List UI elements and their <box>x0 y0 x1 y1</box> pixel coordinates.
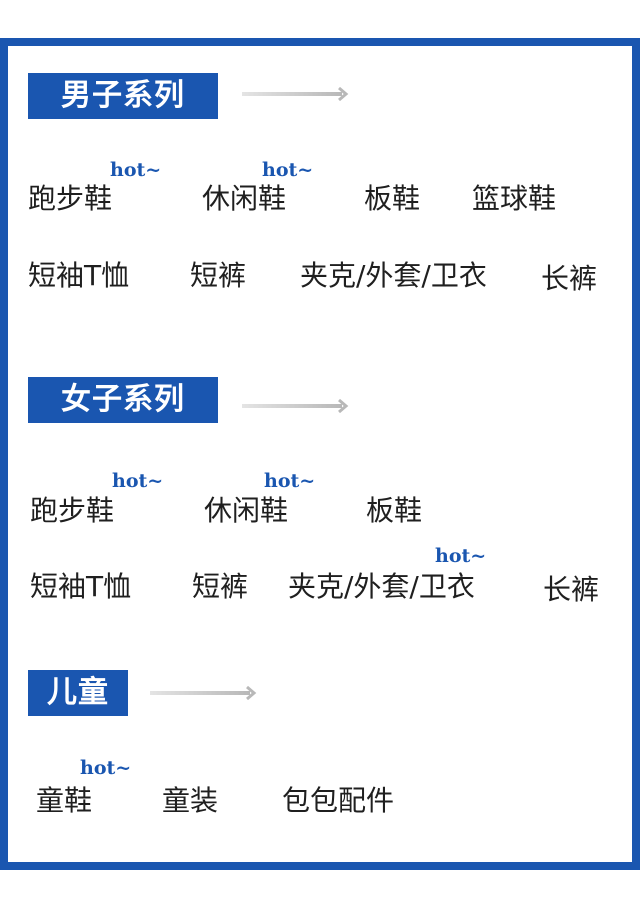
arrow-icon <box>242 399 352 413</box>
section-title-men: 男子系列 <box>28 73 218 119</box>
category-link[interactable]: 长裤 <box>543 573 599 607</box>
category-link[interactable]: 童鞋 <box>36 784 92 818</box>
category-link[interactable]: 童装 <box>162 784 218 818</box>
section-title-kids: 儿童 <box>28 670 128 716</box>
hot-badge: hot~ <box>435 545 487 567</box>
menu-frame <box>0 38 640 870</box>
category-link[interactable]: 跑步鞋 <box>30 494 114 528</box>
category-link[interactable]: 板鞋 <box>366 494 422 528</box>
hot-badge: hot~ <box>112 470 164 492</box>
category-link[interactable]: 休闲鞋 <box>202 182 286 216</box>
hot-badge: hot~ <box>110 159 162 181</box>
section-title-women: 女子系列 <box>28 377 218 423</box>
category-link[interactable]: 跑步鞋 <box>28 182 112 216</box>
category-link[interactable]: 篮球鞋 <box>472 182 556 216</box>
category-link[interactable]: 短袖T恤 <box>28 259 129 293</box>
category-link[interactable]: 板鞋 <box>364 182 420 216</box>
category-link[interactable]: 包包配件 <box>282 784 394 818</box>
category-link[interactable]: 短袖T恤 <box>30 570 131 604</box>
category-link[interactable]: 休闲鞋 <box>204 494 288 528</box>
category-link[interactable]: 夹克/外套/卫衣 <box>300 259 487 293</box>
category-link[interactable]: 长裤 <box>541 262 597 296</box>
hot-badge: hot~ <box>264 470 316 492</box>
arrow-icon <box>242 87 352 101</box>
hot-badge: hot~ <box>80 757 132 779</box>
category-link[interactable]: 夹克/外套/卫衣 <box>288 570 475 604</box>
category-link[interactable]: 短裤 <box>190 259 246 293</box>
arrow-icon <box>150 686 260 700</box>
category-link[interactable]: 短裤 <box>192 570 248 604</box>
hot-badge: hot~ <box>262 159 314 181</box>
